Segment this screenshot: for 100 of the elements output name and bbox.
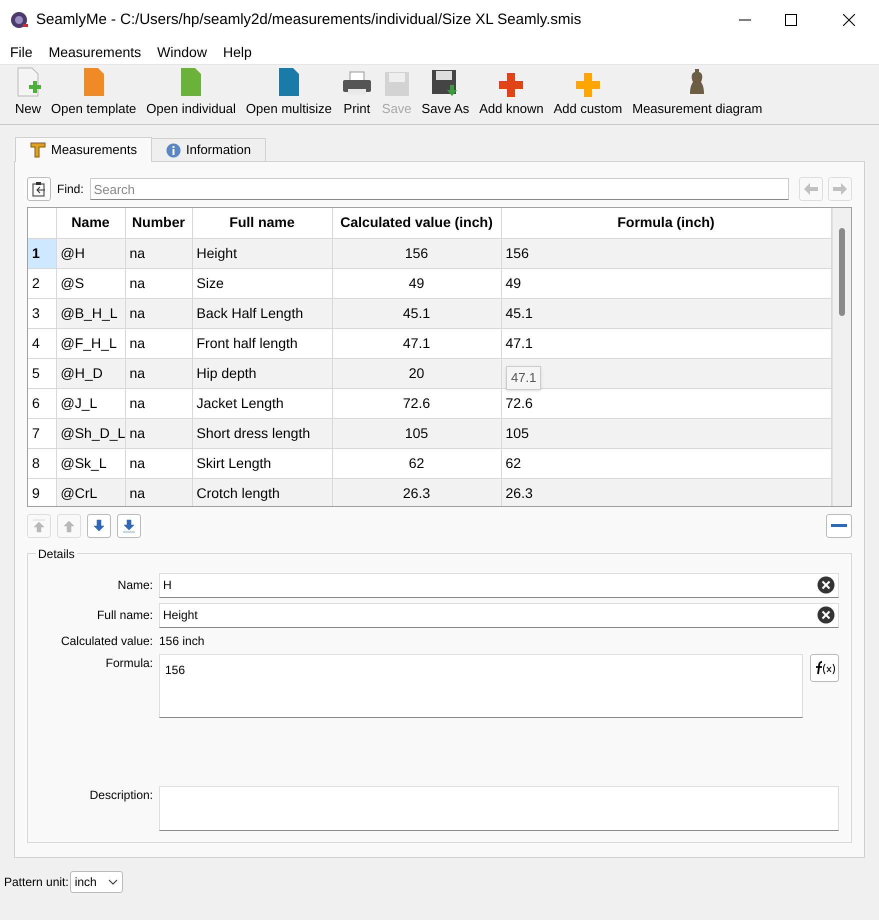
toolbar-button[interactable]: Print [336, 66, 377, 118]
function-wizard-button[interactable] [810, 654, 839, 682]
table-cell: 47.1 [501, 328, 831, 358]
document-plus-icon [15, 66, 41, 96]
toolbar-button[interactable]: Measurement diagram [627, 66, 768, 118]
field-label: Formula: [104, 655, 154, 672]
table-cell: na [125, 358, 192, 388]
column-header[interactable]: Name [56, 208, 125, 238]
table-cell: na [125, 478, 192, 506]
table-cell: Front half length [192, 328, 332, 358]
info-icon [166, 142, 181, 158]
row-header[interactable]: 6 [28, 388, 56, 418]
clipboard-icon [31, 181, 47, 197]
table-cell: 20 [332, 358, 501, 388]
clear-icon[interactable] [817, 576, 835, 594]
table-cell: 105 [332, 418, 501, 448]
move-bottom-button[interactable] [117, 514, 141, 538]
table-cell: 105 [501, 418, 831, 448]
row-header[interactable]: 7 [28, 418, 56, 448]
description-field[interactable] [159, 786, 839, 831]
pattern-unit-label: Pattern unit: [4, 874, 69, 891]
table-cell: @J_L [56, 388, 125, 418]
table-cell: 156 [501, 238, 831, 268]
text-field[interactable]: H [159, 572, 839, 598]
close-icon[interactable] [843, 14, 855, 26]
document-icon [82, 66, 105, 96]
window-title: SeamlyMe - C:/Users/hp/seamly2d/measurements/individual/Size XL Seamly.smis [36, 10, 582, 30]
table-cell: 47.1 [332, 328, 501, 358]
scrollbar-thumb[interactable] [838, 228, 845, 316]
field-label: Description: [88, 787, 154, 804]
table-cell: na [125, 388, 192, 418]
row-header[interactable]: 1 [28, 238, 56, 268]
tab[interactable]: Information [150, 138, 266, 161]
column-header[interactable]: Full name [192, 208, 332, 238]
table-cell: 49 [332, 268, 501, 298]
table-cell: na [125, 328, 192, 358]
table-cell: 62 [501, 448, 831, 478]
arrow-to-top-icon [32, 519, 46, 533]
toolbar-button[interactable]: New [10, 66, 46, 118]
maximize-icon[interactable] [785, 14, 797, 26]
table-cell: 45.1 [501, 298, 831, 328]
search-field[interactable]: Search [90, 178, 789, 200]
arrow-right-icon [833, 183, 847, 195]
arrow-down-icon [92, 519, 106, 533]
text-field[interactable]: Height [159, 602, 839, 628]
table-cell: @H_D [56, 358, 125, 388]
table-cell: na [125, 238, 192, 268]
field-label: Calculated value: [60, 633, 154, 650]
toolbar-button[interactable]: Add known [474, 66, 549, 118]
row-header[interactable]: 2 [28, 268, 56, 298]
toolbar-button[interactable]: Open multisize [240, 66, 337, 118]
table-cell: @H [56, 238, 125, 268]
move-down-button[interactable] [87, 514, 111, 538]
row-header[interactable]: 5 [28, 358, 56, 388]
arrow-to-bottom-icon [122, 519, 136, 533]
toolbar-button[interactable]: Add custom [548, 66, 628, 118]
row-header[interactable]: 4 [28, 328, 56, 358]
column-header[interactable]: Number [125, 208, 192, 238]
table-cell: 45.1 [332, 298, 501, 328]
arrow-up-icon [62, 519, 76, 533]
row-header[interactable]: 3 [28, 298, 56, 328]
dress-form-icon [690, 68, 704, 96]
column-header[interactable]: Calculated value (inch) [332, 208, 501, 238]
table-cell: @S [56, 268, 125, 298]
calculated-value: 156 inch [159, 633, 204, 650]
field-label: Name: [116, 577, 154, 594]
table-cell: 62 [332, 448, 501, 478]
remove-button[interactable] [826, 514, 852, 538]
table-cell: Height [192, 238, 332, 268]
ruler-icon [30, 142, 46, 158]
table-cell: @CrL [56, 478, 125, 506]
table-cell: @Sh_D_L [56, 418, 125, 448]
table-cell: @F_H_L [56, 328, 125, 358]
formula-field[interactable]: 156 [159, 654, 803, 718]
paste-button[interactable] [27, 177, 51, 201]
tab[interactable]: Measurements [15, 137, 152, 162]
document-icon [180, 66, 202, 96]
row-header[interactable]: 9 [28, 478, 56, 506]
table-cell: @Sk_L [56, 448, 125, 478]
document-icon [278, 66, 300, 96]
table-cell: na [125, 448, 192, 478]
menu-item[interactable]: Help [214, 42, 260, 62]
table-cell: na [125, 298, 192, 328]
menu-item[interactable]: Measurements [40, 42, 150, 62]
unit-dropdown[interactable]: inch [70, 871, 123, 893]
column-header[interactable]: Formula (inch) [501, 208, 831, 238]
function-icon [814, 661, 834, 675]
table-cell: na [125, 418, 192, 448]
row-header[interactable]: 8 [28, 448, 56, 478]
toolbar-button[interactable]: Open template [46, 66, 142, 118]
clear-icon[interactable] [817, 606, 835, 624]
menu-item[interactable]: File [2, 42, 41, 62]
table-cell: Hip depth [192, 358, 332, 388]
toolbar-button[interactable]: Open individual [141, 66, 241, 118]
table-cell: 72.6 [332, 388, 501, 418]
table-cell: Jacket Length [192, 388, 332, 418]
toolbar-button[interactable]: Save As [416, 66, 474, 118]
table-cell: 26.3 [332, 478, 501, 506]
menu-item[interactable]: Window [149, 42, 215, 62]
field-label: Full name: [96, 607, 154, 624]
